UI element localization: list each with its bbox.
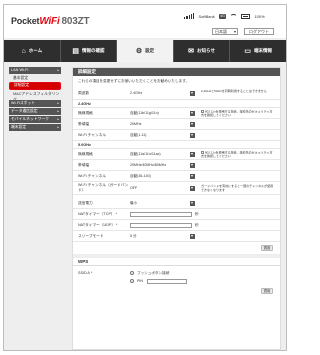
wps-pin-row: PIN: [73, 277, 280, 285]
g24-bw-dropdown[interactable]: [190, 121, 195, 127]
sidebar-item-lan-wifi[interactable]: LAN Wi-Fi: [9, 67, 61, 74]
nat-tcp-input[interactable]: [130, 211, 192, 217]
g5-ch-dropdown[interactable]: [190, 173, 195, 179]
wps-apply-button[interactable]: 適用: [261, 288, 273, 294]
settings-panel: 詳細設定 これらの項目を変更せずにお使いいただくことをお勧めいたします。 周波数…: [72, 67, 281, 350]
band-dropdown[interactable]: [190, 90, 195, 96]
tab-info[interactable]: ▤ 情報の確認: [61, 40, 118, 62]
sidebar-sub-basic[interactable]: 基本設定: [9, 75, 61, 81]
info-icon: ▤: [72, 48, 79, 55]
gear-icon: ⚙: [135, 48, 143, 55]
tab-settings[interactable]: ⚙ 設定: [117, 40, 174, 62]
wps-pin-input[interactable]: [147, 278, 187, 284]
sidebar-sub-detail[interactable]: 詳細設定: [9, 82, 61, 90]
g5-bw-dropdown[interactable]: [190, 162, 195, 168]
g5-ch-row: Wi-Fi チャンネル 自動(36-140): [73, 171, 280, 182]
sidebar-item-data[interactable]: データ通信設定: [9, 108, 61, 115]
tab-device[interactable]: ▭ 端末情報: [230, 40, 286, 62]
power-row: 送信電力 最小: [73, 198, 280, 209]
top-bar: PocketWiFi803ZT SoftBank 4G 100% 日本語 ログア…: [4, 5, 286, 38]
sidebar-item-wifi-spot[interactable]: Wi-Fiスポット: [9, 100, 61, 107]
nat-tcp-row: NATタイマー（TCP） * 秒: [73, 209, 280, 220]
sidebar-item-mobile[interactable]: モバイルネットワーク: [9, 116, 61, 123]
carrier-label: SoftBank: [198, 13, 215, 19]
language-select[interactable]: 日本語: [212, 28, 238, 35]
g24-mode-row: 無線規格 自動(11b/11g/11n) 802.11nを使用する場合、接続先の…: [73, 108, 280, 119]
browser-frame: PocketWiFi803ZT SoftBank 4G 100% 日本語 ログア…: [3, 4, 287, 351]
settings-sidebar: LAN Wi-Fi 基本設定 詳細設定 MACアドレスフィルタリング Wi-Fi…: [9, 67, 61, 132]
power-dropdown[interactable]: [190, 200, 195, 206]
wps-title: WPS: [73, 258, 280, 266]
sleep-dropdown[interactable]: [190, 233, 195, 239]
tab-notice[interactable]: ✉ お知らせ: [174, 40, 231, 62]
g24-header: 2.4GHz: [73, 100, 280, 108]
g5-header: 5.0GHz: [73, 141, 280, 149]
signal-icon: [184, 13, 195, 19]
detail-title: 詳細設定: [73, 68, 280, 76]
wps-push-row: SSID A * プッシュボタン接続: [78, 270, 170, 275]
wps-push-radio[interactable]: [130, 271, 134, 275]
g24-bw-row: 帯域幅 20MHz: [73, 119, 280, 130]
g5-bw-row: 帯域幅 20MHz/40MHz/80MHz: [73, 160, 280, 171]
wps-pin-radio[interactable]: [130, 279, 134, 283]
mail-icon: ✉: [188, 48, 195, 55]
main-nav: ⌂ ホーム ▤ 情報の確認 ⚙ 設定 ✉ お知らせ ▭ 端末情報: [4, 40, 286, 62]
band-row: 周波数 2.4GHz 2.4GHzと5GHzを同時利用することはできません: [73, 87, 280, 100]
battery-icon: [241, 13, 251, 19]
guard-row: Wi-Fi チャンネル（ガードバンド） OFF ガードバンドを有効にすると一部の…: [73, 182, 280, 195]
device-icon: ▭: [244, 48, 251, 55]
detail-description: これらの項目を変更せずにお使いいただくことをお勧めいたします。: [78, 79, 190, 83]
sidebar-item-device[interactable]: 端末設定: [9, 124, 61, 131]
g24-mode-dropdown[interactable]: [190, 110, 195, 116]
detail-apply-button[interactable]: 適用: [261, 245, 273, 251]
sleep-row: スリープモード 5 分: [73, 231, 280, 242]
g5-mode-row: 無線規格 自動(11a/11n/11ac) 802.11nを使用する場合、接続先…: [73, 149, 280, 160]
g5-mode-dropdown[interactable]: [190, 151, 195, 157]
brand-logo: PocketWiFi 803ZT: [11, 16, 90, 27]
logout-button[interactable]: ログアウト: [244, 28, 274, 35]
g24-ch-dropdown[interactable]: [190, 132, 195, 138]
nat-udp-row: NATタイマー（UDP） * 秒: [73, 220, 280, 231]
nat-udp-input[interactable]: [130, 222, 192, 228]
battery-percent: 100%: [254, 13, 265, 19]
guard-dropdown[interactable]: [190, 185, 195, 191]
home-icon: ⌂: [21, 47, 26, 55]
g24-ch-row: Wi-Fi チャンネル 自動(1-11): [73, 130, 280, 141]
tab-home[interactable]: ⌂ ホーム: [4, 40, 61, 62]
network-badge: 4G: [218, 13, 227, 19]
status-bar: SoftBank 4G 100%: [184, 12, 265, 20]
band-value: 2.4GHz: [130, 91, 143, 95]
wifi-icon: [230, 13, 238, 19]
sidebar-sub-mac-filter[interactable]: MACアドレスフィルタリング: [9, 91, 61, 102]
